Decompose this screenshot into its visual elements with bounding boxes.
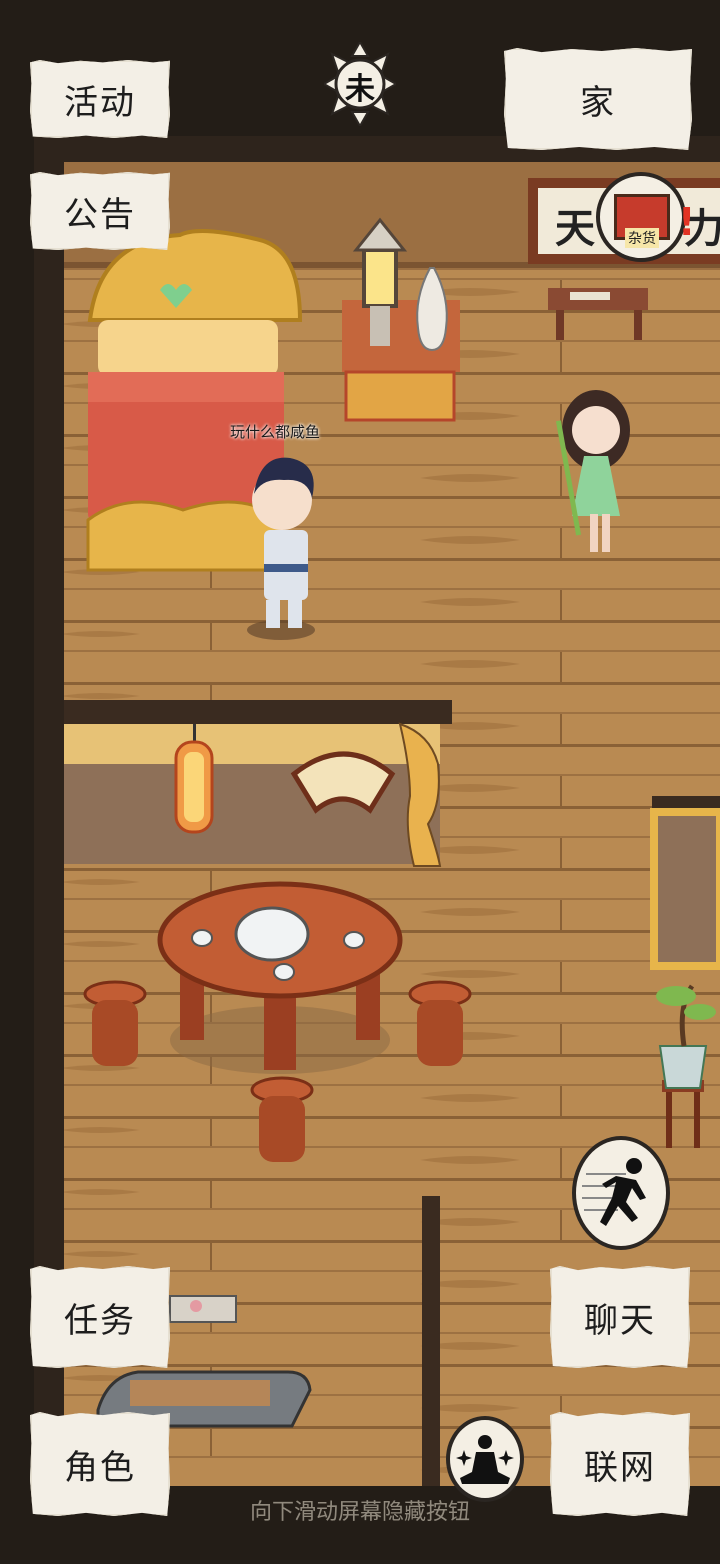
hide-buttons-hint: 向下滑动屏幕隐藏按钮 [249, 1500, 470, 1525]
announcement-button[interactable]: 公告 [30, 172, 170, 250]
time-glyph: 未 [345, 72, 375, 107]
stool [408, 980, 472, 1066]
stool [250, 1076, 314, 1162]
activity-button[interactable]: 活动 [30, 60, 170, 138]
alert-icon: ! [678, 200, 696, 244]
shop-badge[interactable]: 杂货 ! [596, 172, 695, 262]
meditating-figure-icon [456, 1435, 514, 1484]
player-speech: 玩什么都咸鱼 [230, 423, 321, 441]
running-figure-icon [582, 1158, 646, 1226]
run-button[interactable] [572, 1136, 670, 1250]
stool [83, 980, 147, 1066]
sun-icon[interactable]: 未 [321, 39, 399, 129]
wall-plaque-left-char: 天 [555, 206, 595, 252]
tea-table[interactable] [157, 881, 403, 1074]
chat-button[interactable]: 聊天 [550, 1266, 690, 1368]
shop-badge-label: 杂货 [625, 228, 659, 248]
meditate-button[interactable] [446, 1416, 524, 1502]
home-button[interactable]: 家 [504, 48, 692, 150]
quest-button[interactable]: 任务 [30, 1266, 170, 1368]
